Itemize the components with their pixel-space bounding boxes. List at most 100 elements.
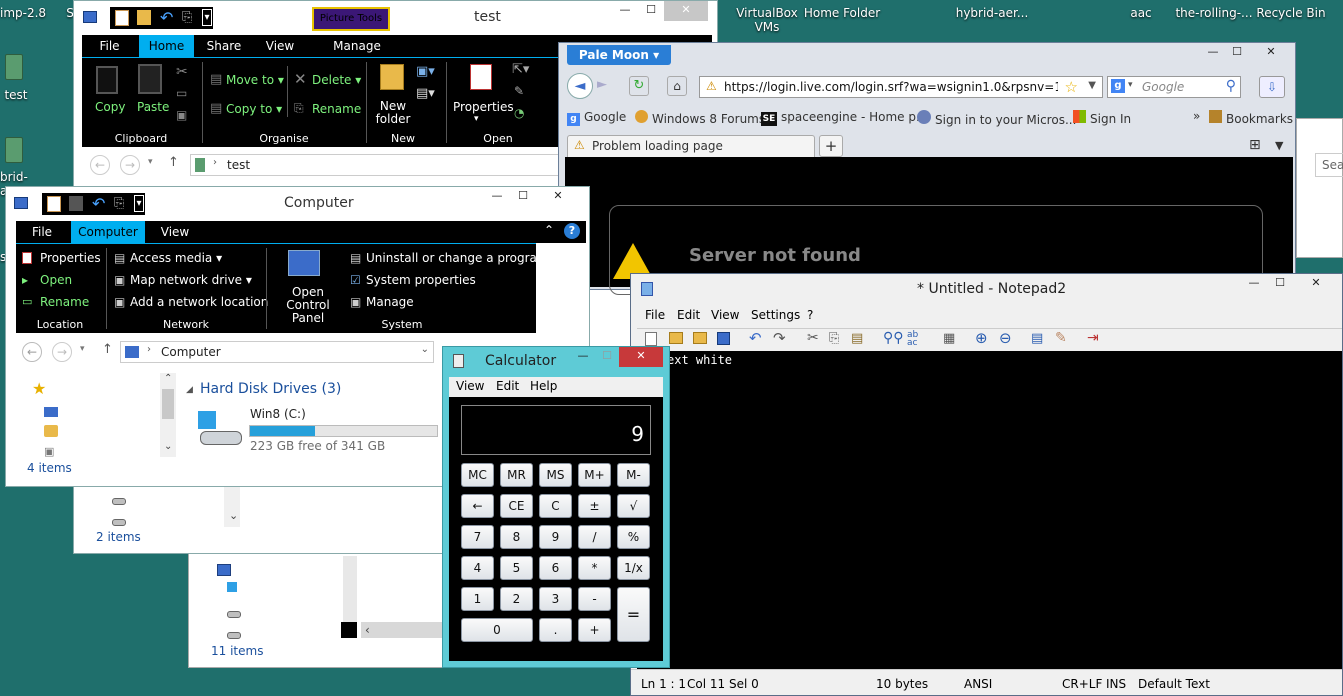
maximize-button[interactable]: ☐ [510, 187, 536, 207]
key-8-button[interactable]: 8 [500, 525, 533, 549]
rename-icon[interactable]: ⎘ [114, 196, 124, 211]
key-add-button[interactable]: + [578, 618, 611, 642]
overflow-chevron-icon[interactable]: » [1193, 109, 1200, 123]
key-percent-button[interactable]: % [617, 525, 650, 549]
bookmark-sign-in-microsoft[interactable]: Sign in to your Micros... [917, 110, 1076, 127]
open-button[interactable]: Open [40, 273, 72, 287]
key-backspace-button[interactable]: ← [461, 494, 494, 518]
key-decimal-button[interactable]: . [539, 618, 572, 642]
search-box[interactable]: Sea [1315, 153, 1343, 177]
key-plus-minus-button[interactable]: ± [578, 494, 611, 518]
key-m-minus-button[interactable]: M- [617, 463, 650, 487]
site-identity-icon[interactable]: ⚠ [706, 79, 717, 93]
key-9-button[interactable]: 9 [539, 525, 572, 549]
menu-view[interactable]: View [456, 379, 484, 393]
find-icon[interactable]: ⚲⚲ [883, 330, 904, 346]
new-folder-icon[interactable] [137, 10, 151, 25]
desktop-label-hybrid[interactable]: hybrid-aer... [952, 6, 1032, 20]
folder-icon[interactable] [5, 137, 23, 163]
new-folder-button[interactable]: New folder [373, 100, 413, 126]
url-text[interactable]: https://login.live.com/login.srf?wa=wsig… [724, 80, 1058, 94]
menu-edit[interactable]: Edit [496, 379, 519, 393]
tab-manage[interactable]: Manage [322, 35, 392, 57]
redo-icon[interactable]: ↷ [773, 329, 786, 347]
key-multiply-button[interactable]: * [578, 556, 611, 580]
key-0-button[interactable]: 0 [461, 618, 533, 642]
app-menu-button[interactable]: Pale Moon ▾ [567, 45, 671, 65]
key-divide-button[interactable]: / [578, 525, 611, 549]
all-tabs-icon[interactable]: ▼ [1275, 139, 1283, 152]
access-media-button[interactable]: Access media ▾ [130, 251, 222, 265]
search-input[interactable]: Google [1142, 80, 1184, 94]
path-segment[interactable]: Computer [161, 345, 221, 359]
key-sqrt-button[interactable]: √ [617, 494, 650, 518]
new-folder-icon[interactable] [69, 196, 83, 211]
reload-button[interactable]: ↻ [629, 76, 649, 96]
minimize-button[interactable]: — [1241, 274, 1267, 294]
search-engine-dropdown-icon[interactable]: ▾ [1128, 80, 1133, 90]
tab-view[interactable]: View [254, 35, 306, 57]
close-button[interactable]: ✕ [1249, 43, 1293, 63]
key-mr-button[interactable]: MR [500, 463, 533, 487]
scroll-down-icon[interactable]: ⌄ [229, 509, 238, 522]
desktop-label-test[interactable]: test [0, 88, 32, 102]
status-encoding[interactable]: ANSI [964, 677, 992, 691]
forward-button[interactable]: → [120, 155, 140, 175]
move-to-button[interactable]: Move to ▾ [226, 73, 284, 87]
home-button[interactable]: ⌂ [667, 76, 687, 96]
tab-groups-icon[interactable]: ⊞ [1249, 137, 1261, 153]
properties-icon[interactable] [115, 10, 129, 26]
favorites-star-icon[interactable]: ★ [32, 379, 46, 398]
back-button[interactable]: ◄ [567, 73, 593, 99]
close-button[interactable]: ✕ [1293, 274, 1339, 294]
zoom-out-icon[interactable]: ⊖ [999, 329, 1012, 347]
maximize-button[interactable]: ☐ [595, 347, 619, 367]
maximize-button[interactable]: ☐ [1267, 274, 1293, 294]
key-equals-button[interactable]: = [617, 587, 650, 642]
menu-settings[interactable]: Settings [751, 308, 800, 322]
address-bar[interactable]: › test ⌄ [190, 154, 566, 176]
editor-area[interactable]: ext white [637, 351, 1342, 669]
tab-home[interactable]: Home [139, 35, 194, 57]
desktop-label-virtualbox[interactable]: VirtualBox VMs [732, 6, 802, 34]
edit-icon[interactable]: ✎ [514, 84, 524, 98]
maximize-button[interactable]: ☐ [638, 1, 664, 21]
bookmark-windows-forums[interactable]: Windows 8 Forums [635, 110, 765, 126]
homegroup-icon[interactable] [44, 425, 58, 437]
path-segment[interactable]: test [227, 158, 250, 172]
scroll-up-icon[interactable]: ⌃ [164, 373, 172, 384]
title-bar[interactable]: Calculator — ☐ ✕ [443, 347, 669, 375]
search-bar[interactable]: g ▾ Google ⚲ [1107, 76, 1241, 98]
customize-schemes-icon[interactable]: ✎ [1055, 330, 1067, 346]
tab-file[interactable]: File [82, 35, 137, 57]
key-m-plus-button[interactable]: M+ [578, 463, 611, 487]
desktop-label-gimp[interactable]: imp-2.8 [0, 6, 48, 20]
editor-text[interactable]: ext white [667, 353, 732, 367]
google-icon[interactable]: g [1111, 79, 1125, 93]
url-dropdown-icon[interactable]: ▼ [1088, 80, 1096, 91]
system-properties-button[interactable]: System properties [366, 273, 476, 287]
paste-shortcut-icon[interactable]: ▣ [176, 108, 187, 122]
new-file-icon[interactable] [645, 332, 657, 346]
copy-button[interactable]: Copy [95, 100, 125, 114]
close-button[interactable]: ✕ [536, 187, 580, 207]
minimize-button[interactable]: — [484, 187, 510, 207]
replace-icon[interactable]: ab ac [907, 331, 918, 348]
new-item-icon[interactable]: ▣▾ [416, 64, 435, 79]
scroll-down-icon[interactable]: ⌄ [164, 441, 172, 452]
collapse-ribbon-icon[interactable]: ⌃ [544, 223, 554, 237]
undo-icon[interactable]: ↶ [749, 329, 762, 347]
key-reciprocal-button[interactable]: 1/x [617, 556, 650, 580]
key-ce-button[interactable]: CE [500, 494, 533, 518]
qat-dropdown-icon[interactable]: ▾ [202, 9, 212, 26]
up-button[interactable]: ↑ [168, 155, 179, 170]
key-2-button[interactable]: 2 [500, 587, 533, 611]
minimize-button[interactable]: — [571, 347, 595, 367]
desktop-label-home-folder[interactable]: Home Folder [802, 6, 882, 20]
key-5-button[interactable]: 5 [500, 556, 533, 580]
forward-button[interactable]: → [52, 342, 72, 362]
bookmark-sign-in[interactable]: Sign In [1073, 110, 1131, 126]
open-file-icon[interactable] [669, 332, 683, 344]
tab-share[interactable]: Share [198, 35, 250, 57]
key-3-button[interactable]: 3 [539, 587, 572, 611]
